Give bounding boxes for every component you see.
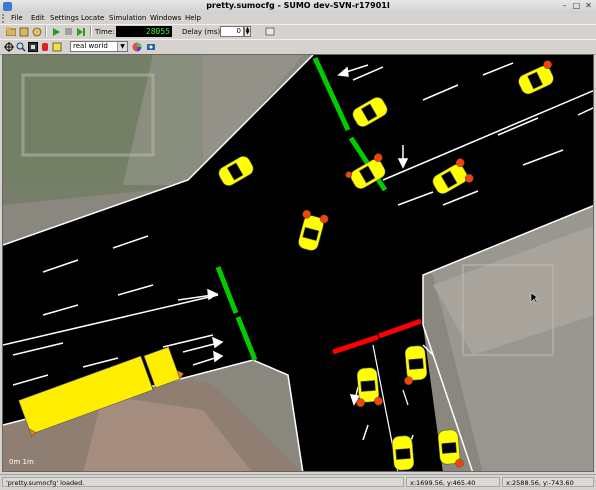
toolbar-separator <box>90 26 92 37</box>
chevron-down-icon: ▼ <box>117 42 127 51</box>
view-toolbar: real world ▼ <box>0 39 596 55</box>
toolbar-grip <box>2 14 9 23</box>
open-network-icon[interactable] <box>31 26 42 37</box>
menu-bar: File Edit Settings Locate Simulation Win… <box>0 13 596 24</box>
time-label: Time: <box>95 28 115 36</box>
window-title: pretty.sumocfg - SUMO dev-SVN-r17901I <box>206 1 390 10</box>
recenter-icon[interactable] <box>3 41 14 52</box>
reload-icon[interactable] <box>18 26 29 37</box>
menu-windows[interactable]: Windows <box>150 14 181 22</box>
geo-coords: x:2588.56, y:-743.60 <box>502 477 594 487</box>
status-message: 'pretty.sumocfg' loaded. <box>2 477 404 487</box>
view-settings-icon[interactable] <box>264 26 275 37</box>
simulation-view[interactable]: 0m 1m <box>2 54 594 472</box>
menu-edit[interactable]: Edit <box>31 14 45 22</box>
screenshot-icon[interactable] <box>145 41 156 52</box>
scheme-value: real world <box>73 42 108 50</box>
network-canvas[interactable] <box>3 55 594 472</box>
locate-tls-icon[interactable] <box>51 41 62 52</box>
locate-vehicle-icon[interactable] <box>39 41 50 52</box>
cursor-coords: x:1699.56, y:465.40 <box>406 477 500 487</box>
menu-locate[interactable]: Locate <box>81 14 104 22</box>
stop-icon[interactable] <box>63 26 74 37</box>
simulation-toolbar: Time: 28055 Delay (ms): 0 ▲ ▼ <box>0 24 596 40</box>
play-icon[interactable] <box>51 26 62 37</box>
delay-label: Delay (ms): <box>182 28 223 36</box>
step-icon[interactable] <box>75 26 86 37</box>
time-display: 28055 <box>116 26 172 37</box>
status-bar: 'pretty.sumocfg' loaded. x:1699.56, y:46… <box>0 474 596 490</box>
title-bar: pretty.sumocfg - SUMO dev-SVN-r17901I – … <box>0 0 596 14</box>
scheme-select[interactable]: real world ▼ <box>70 41 128 52</box>
scale-label: 0m 1m <box>9 458 34 466</box>
delay-spinner[interactable]: ▲ ▼ <box>244 26 251 37</box>
menu-help[interactable]: Help <box>185 14 201 22</box>
menu-simulation[interactable]: Simulation <box>109 14 146 22</box>
zoom-icon[interactable] <box>15 41 26 52</box>
delay-input[interactable]: 0 <box>220 26 244 37</box>
menu-file[interactable]: File <box>11 14 23 22</box>
maximize-icon[interactable]: □ <box>572 1 581 10</box>
open-file-icon[interactable] <box>5 26 16 37</box>
close-icon[interactable]: ✕ <box>584 1 593 10</box>
color-scheme-icon[interactable] <box>131 41 142 52</box>
locate-junction-icon[interactable] <box>27 41 38 52</box>
minimize-icon[interactable]: – <box>560 1 569 10</box>
menu-settings[interactable]: Settings <box>50 14 79 22</box>
toolbar-separator <box>45 26 47 37</box>
